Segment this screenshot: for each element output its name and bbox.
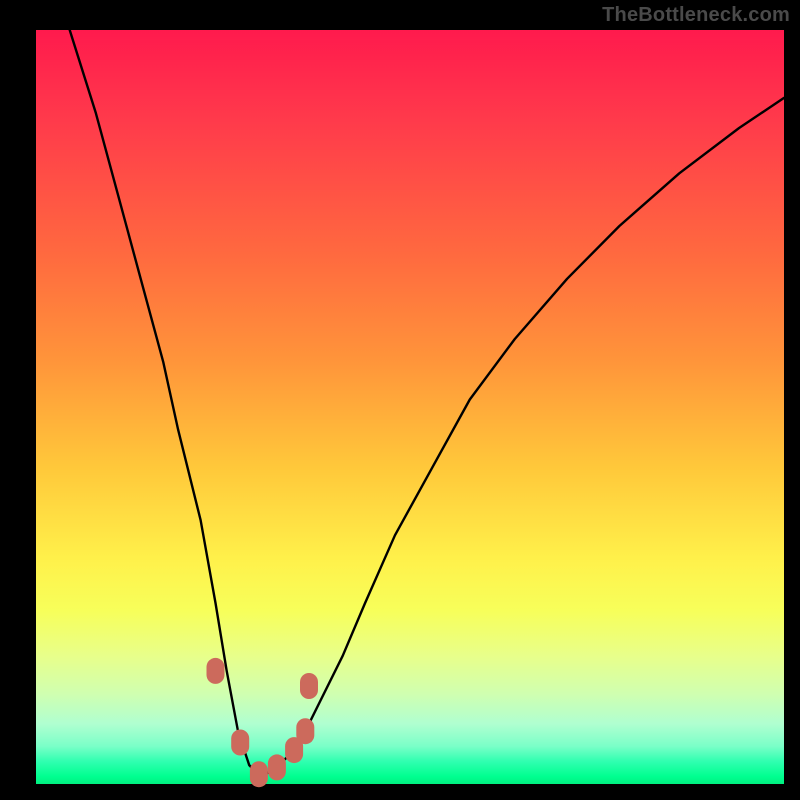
bead [268,754,286,780]
bead [250,761,268,787]
bead [296,718,314,744]
bead [207,658,225,684]
data-beads [207,658,319,787]
bead [231,730,249,756]
chart-frame: TheBottleneck.com [0,0,800,800]
primary-curve [70,30,784,777]
chart-overlay [0,0,800,800]
bead [300,673,318,699]
